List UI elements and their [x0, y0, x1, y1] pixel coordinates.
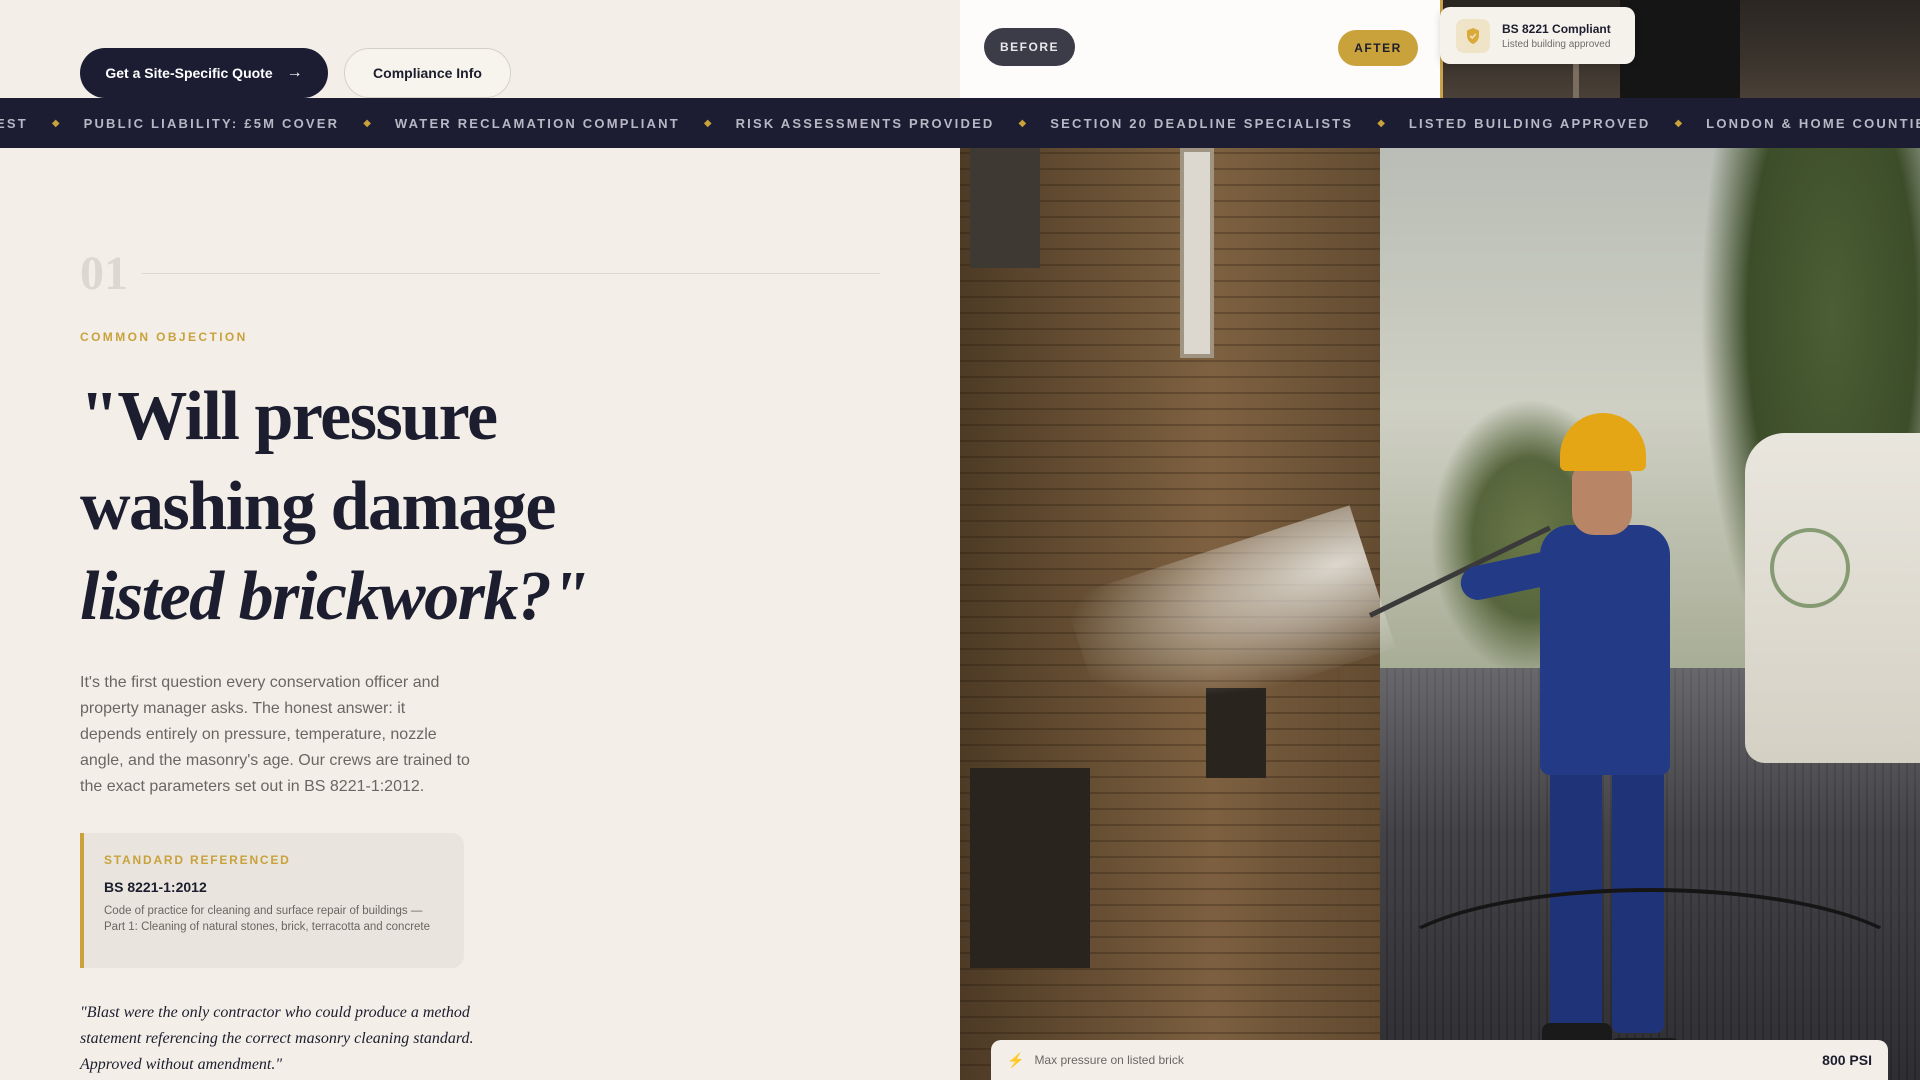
get-quote-button[interactable]: Get a Site-Specific Quote →: [80, 48, 328, 98]
after-label: AFTER: [1338, 30, 1418, 66]
pressure-value: 800 PSI: [1822, 1052, 1872, 1068]
pressure-stat-bar: ⚡ Max pressure on listed brick 800 PSI: [991, 1040, 1888, 1080]
standard-card: STANDARD REFERENCED BS 8221-1:2012 Code …: [80, 833, 464, 968]
headline-line-2: washing damage: [80, 468, 556, 545]
diamond-icon: ◆: [363, 117, 371, 129]
compliance-badge-subtitle: Listed building approved: [1502, 38, 1611, 50]
ticker-item: WATER RECLAMATION COMPLIANT: [394, 115, 680, 131]
body-copy: It's the first question every conservati…: [80, 674, 470, 795]
section-divider: [142, 273, 880, 274]
headline-line-1: "Will pressure: [80, 378, 498, 455]
testimonial-quote: "Blast were the only contractor who coul…: [80, 1004, 474, 1073]
diamond-icon: ◆: [703, 117, 712, 129]
shield-icon: [1456, 18, 1490, 53]
standard-code: BS 8221-1:2012: [104, 879, 207, 895]
ticker-track: EST ◆ PUBLIC LIABILITY: £5M COVER ◆ WATER RE…: [0, 98, 1920, 148]
ticker-item: PUBLIC LIABILITY: £5M COVER: [83, 115, 340, 131]
headline: "Will pressure washing damage listed bri…: [80, 372, 700, 642]
ticker-item: LISTED BUILDING APPROVED: [1408, 115, 1651, 131]
diamond-icon: ◆: [1018, 117, 1027, 129]
diamond-icon: ◆: [51, 117, 60, 129]
diamond-icon: ◆: [1674, 117, 1683, 129]
pressure-label: Max pressure on listed brick: [1034, 1053, 1184, 1067]
standard-label: STANDARD REFERENCED: [104, 853, 291, 867]
section-number: 01: [80, 247, 128, 300]
ticker-item: EST: [0, 115, 28, 131]
get-quote-label: Get a Site-Specific Quote: [105, 65, 273, 81]
standard-description: Code of practice for cleaning and surfac…: [104, 905, 431, 933]
before-after-slider[interactable]: BEFORE AFTER BS 8221 Compliant Listed bu…: [960, 0, 1920, 98]
pressure-washing-photo: [960, 148, 1920, 1080]
compliance-badge: BS 8221 Compliant Listed building approv…: [1440, 7, 1635, 64]
section-eyebrow: COMMON OBJECTION: [80, 330, 248, 344]
ticker-item: SECTION 20 DEADLINE SPECIALISTS: [1050, 115, 1354, 131]
headline-line-3: listed brickwork?": [80, 558, 589, 635]
credentials-ticker: EST ◆ PUBLIC LIABILITY: £5M COVER ◆ WATER RE…: [0, 98, 1920, 148]
diamond-icon: ◆: [1377, 117, 1385, 129]
arrow-right-icon: →: [286, 64, 303, 81]
compliance-badge-title: BS 8221 Compliant: [1502, 21, 1611, 36]
lightning-icon: ⚡: [1007, 1051, 1025, 1068]
compliance-info-label: Compliance Info: [373, 65, 482, 81]
ticker-item: RISK ASSESSMENTS PROVIDED: [735, 115, 995, 131]
ticker-item: LONDON & HOME COUNTIES: [1706, 115, 1920, 131]
compliance-info-button[interactable]: Compliance Info: [344, 48, 511, 98]
before-label: BEFORE: [984, 28, 1075, 66]
